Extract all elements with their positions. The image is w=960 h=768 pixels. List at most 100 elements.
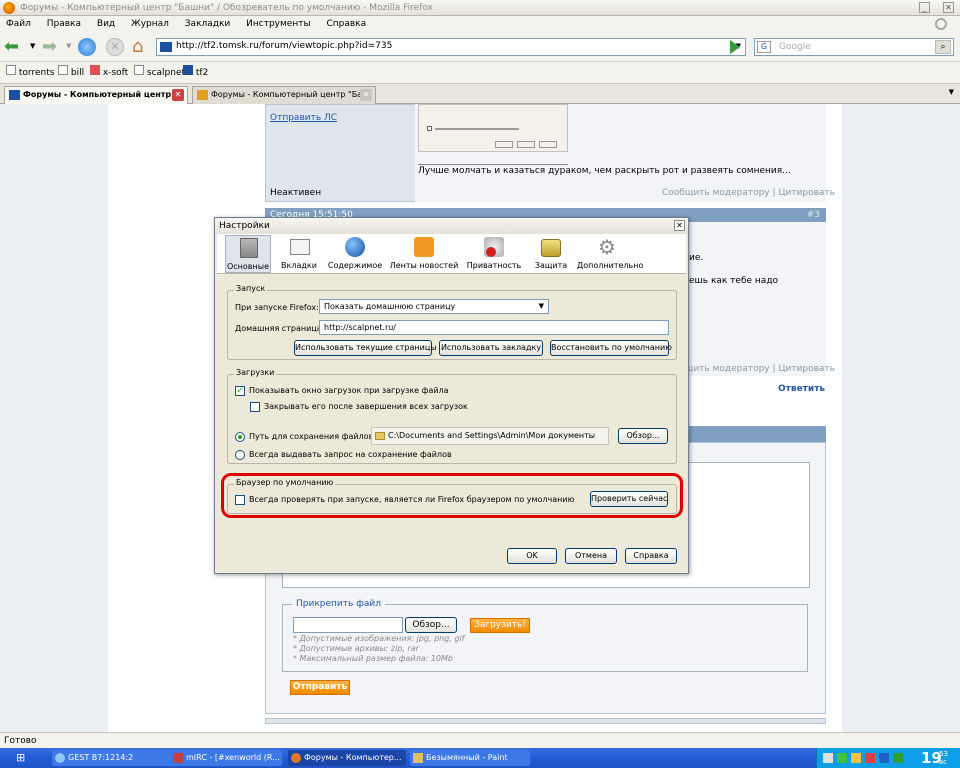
use-current-pages-button[interactable]: Использовать текущие страницы — [294, 340, 437, 356]
pane-privacy[interactable]: Приватность — [465, 235, 523, 273]
task-gest[interactable]: GEST B7:1214:2 — [52, 750, 172, 766]
home-page-label: Домашняя страница: — [235, 324, 325, 333]
pane-label: Основные — [226, 262, 269, 271]
user-status: Неактивен — [270, 188, 322, 198]
status-bar: Готово — [0, 732, 960, 748]
pane-label: Вкладки — [281, 261, 317, 270]
menu-help[interactable]: Справка — [326, 19, 366, 29]
padlock-icon — [541, 239, 561, 257]
send-pm-link[interactable]: Отправить ЛС — [270, 113, 337, 123]
send-button[interactable]: Отправить — [290, 680, 350, 695]
search-bar[interactable]: G Google ⌕ — [754, 38, 954, 56]
tray-icon[interactable] — [837, 753, 847, 763]
tab-forum-active[interactable]: Форумы - Компьютерный центр ... ✕ — [4, 86, 188, 104]
bookmark-tf2[interactable]: tf2 — [183, 62, 208, 84]
task-label: Форумы - Компьютер... — [304, 753, 402, 762]
pane-label: Дополнительно — [577, 261, 644, 270]
cancel-button[interactable]: Отмена — [565, 548, 617, 564]
page-icon — [6, 65, 16, 75]
home-page-input[interactable]: http://scalpnet.ru/ — [319, 320, 669, 335]
google-icon[interactable]: G — [757, 41, 771, 53]
report-link[interactable]: Сообщить модератору — [662, 188, 770, 198]
help-button[interactable]: Справка — [625, 548, 677, 564]
on-startup-select[interactable]: Показать домашнюю страницу ▼ — [319, 299, 549, 314]
pane-content[interactable]: Содержимое — [327, 235, 383, 273]
tray-icon[interactable] — [823, 753, 833, 763]
bookmark-scalpnet[interactable]: scalpnet — [134, 62, 185, 84]
close-downloads-checkbox[interactable] — [250, 402, 260, 412]
minimize-button[interactable]: _ — [919, 2, 930, 13]
attach-legend: Прикрепить файл — [292, 599, 385, 609]
pane-feeds[interactable]: Ленты новостей — [389, 235, 459, 273]
no-entry-icon — [486, 247, 496, 257]
save-path-radio[interactable] — [235, 432, 245, 442]
task-paint[interactable]: Безымянный - Paint — [410, 750, 530, 766]
close-button[interactable]: ✕ — [943, 2, 954, 13]
windows-start-icon[interactable]: ⊞ — [16, 751, 25, 764]
use-bookmark-button[interactable]: Использовать закладку — [439, 340, 543, 356]
menu-view[interactable]: Вид — [97, 19, 115, 29]
tray-icon[interactable] — [851, 753, 861, 763]
signature-divider — [418, 164, 568, 165]
url-bar[interactable]: http://tf2.tomsk.ru/forum/viewtopic.php?… — [156, 38, 746, 56]
tray-icon[interactable] — [893, 753, 903, 763]
tab-list-icon[interactable]: ▼ — [949, 88, 954, 96]
tab-forum-2[interactable]: Форумы - Компьютерный центр "Ба... ✕ — [192, 86, 376, 104]
bookmark-label: tf2 — [195, 68, 209, 78]
search-icon[interactable]: ⌕ — [935, 40, 951, 54]
menu-edit[interactable]: Правка — [47, 19, 81, 29]
tab-close-icon[interactable]: ✕ — [172, 89, 184, 101]
dialog-title-bar: Настройки ✕ — [215, 218, 688, 234]
menu-bookmarks[interactable]: Закладки — [185, 19, 231, 29]
tray-icon[interactable] — [865, 753, 875, 763]
always-ask-label: Всегда выдавать запрос на сохранение фай… — [249, 450, 452, 459]
task-mirc[interactable]: mIRC - [#xenworld (R... — [170, 750, 282, 766]
restore-default-button[interactable]: Восстановить по умолчанию — [550, 340, 672, 356]
downloads-browse-button[interactable]: Обзор... — [618, 428, 668, 444]
show-downloads-checkbox[interactable]: ✓ — [235, 386, 245, 396]
back-icon[interactable]: ⬅ — [4, 38, 19, 56]
post-actions-1: Сообщить модератору | Цитировать — [662, 188, 835, 198]
bookmarks-toolbar: torrents bill x-soft scalpnet tf2 — [0, 62, 960, 84]
pane-main[interactable]: Основные — [225, 235, 271, 273]
dialog-close-icon[interactable]: ✕ — [674, 220, 685, 231]
chevron-down-icon: ▼ — [538, 302, 544, 310]
back-dropdown-icon[interactable]: ▼ — [30, 42, 35, 50]
clock-small: 53 вс — [939, 750, 948, 766]
forward-icon[interactable]: ➡ — [42, 38, 57, 56]
bookmark-bill[interactable]: bill — [58, 62, 84, 84]
home-icon[interactable]: ⌂ — [132, 36, 143, 57]
quote-link[interactable]: Цитировать — [778, 188, 835, 198]
pane-label: Ленты новостей — [389, 261, 459, 270]
on-startup-value: Показать домашнюю страницу — [324, 302, 456, 311]
bookmark-torrents[interactable]: torrents — [6, 62, 54, 84]
task-firefox[interactable]: Форумы - Компьютер... — [288, 750, 406, 766]
ok-button[interactable]: OK — [507, 548, 557, 564]
bookmark-label: bill — [70, 68, 85, 78]
radio-dot — [238, 435, 242, 439]
forward-dropdown-icon[interactable]: ▼ — [66, 42, 71, 50]
stop-icon[interactable]: ✕ — [106, 38, 124, 56]
go-icon[interactable] — [730, 40, 740, 54]
hint-size: * Максимальный размер файла: 10Mb — [293, 654, 453, 663]
menu-tools[interactable]: Инструменты — [246, 19, 310, 29]
mini-checkbox-icon — [427, 126, 432, 131]
post-number: #3 — [806, 210, 820, 220]
reply-link[interactable]: Ответить — [778, 384, 825, 394]
search-input[interactable]: Google — [779, 42, 811, 52]
quote-link[interactable]: Цитировать — [778, 364, 835, 374]
pane-tabs[interactable]: Вкладки — [279, 235, 319, 273]
reload-icon[interactable] — [78, 38, 96, 56]
file-input[interactable] — [293, 617, 403, 633]
bookmark-label: x-soft — [102, 68, 129, 78]
menu-history[interactable]: Журнал — [131, 19, 169, 29]
always-ask-radio[interactable] — [235, 450, 245, 460]
pane-security[interactable]: Защита — [529, 235, 573, 273]
tray-icon[interactable] — [879, 753, 889, 763]
upload-button[interactable]: Загрузить! — [470, 618, 530, 633]
bookmark-x-soft[interactable]: x-soft — [90, 62, 128, 84]
menu-file[interactable]: Файл — [6, 19, 31, 29]
file-browse-button[interactable]: Обзор... — [405, 617, 457, 633]
tab-close-icon[interactable]: ✕ — [360, 89, 372, 101]
pane-advanced[interactable]: ⚙ Дополнительно — [577, 235, 644, 273]
